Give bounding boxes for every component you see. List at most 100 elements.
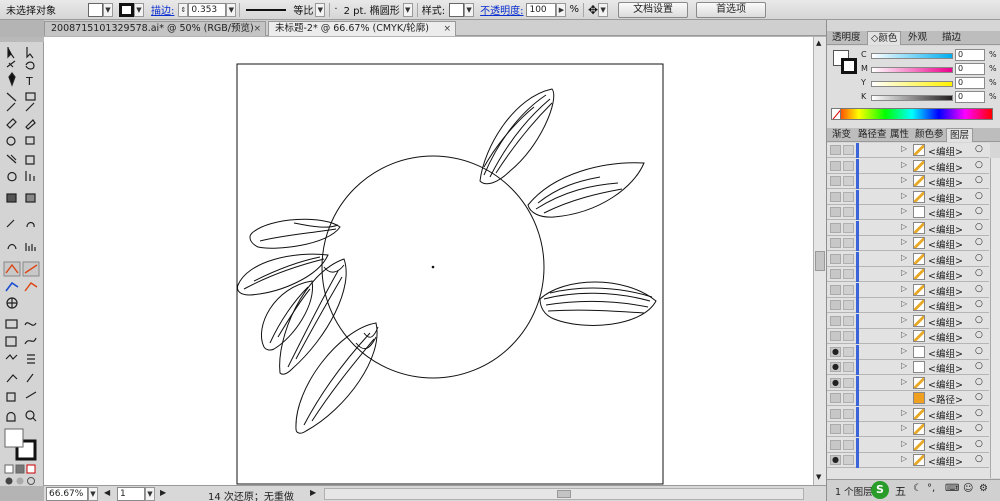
- expand-arrow-icon[interactable]: ▷: [901, 377, 907, 386]
- curvature-tool-icon[interactable]: [2, 280, 19, 295]
- lock-toggle[interactable]: [843, 378, 854, 388]
- target-circle-icon[interactable]: ○: [975, 160, 983, 170]
- expand-arrow-icon[interactable]: ▷: [901, 268, 907, 277]
- layer-name[interactable]: <编组>: [928, 377, 963, 391]
- expand-arrow-icon[interactable]: ▷: [901, 299, 907, 308]
- graph-tool-icon[interactable]: [22, 169, 39, 184]
- expand-arrow-icon[interactable]: ▷: [901, 222, 907, 231]
- layer-row[interactable]: ▷ <编组> ○: [827, 190, 989, 205]
- layer-name[interactable]: <编组>: [928, 346, 963, 360]
- document-canvas[interactable]: [44, 37, 813, 485]
- eye-icon[interactable]: ●: [830, 362, 841, 372]
- stroke-color-swatch[interactable]: [16, 441, 36, 461]
- preferences-button[interactable]: 首选项: [696, 1, 767, 18]
- magic-wand-tool-icon[interactable]: [2, 59, 19, 74]
- layer-name[interactable]: <编组>: [928, 330, 963, 344]
- layer-row[interactable]: ▷ <编组> ○: [827, 236, 989, 251]
- channel-value[interactable]: 0: [955, 63, 985, 75]
- target-circle-icon[interactable]: ○: [975, 206, 983, 216]
- expand-arrow-icon[interactable]: ▷: [901, 330, 907, 339]
- recolor-dropdown-icon[interactable]: ▼: [598, 2, 609, 17]
- lock-toggle[interactable]: [843, 285, 854, 295]
- expand-arrow-icon[interactable]: ▷: [901, 237, 907, 246]
- width-tool-icon[interactable]: [2, 152, 19, 167]
- expand-arrow-icon[interactable]: ▷: [901, 423, 907, 432]
- perspective-grid-tool-icon[interactable]: [2, 296, 19, 311]
- lock-toggle[interactable]: [843, 424, 854, 434]
- scroll-thumb[interactable]: [815, 251, 825, 271]
- layer-name[interactable]: <编组>: [928, 439, 963, 453]
- layer-name[interactable]: <编组>: [928, 299, 963, 313]
- target-circle-icon[interactable]: ○: [975, 284, 983, 294]
- gradient-mode-icon[interactable]: [15, 464, 25, 474]
- layer-row[interactable]: <路径> ○: [827, 391, 989, 406]
- expand-arrow-icon[interactable]: ▷: [901, 408, 907, 417]
- target-circle-icon[interactable]: ○: [975, 191, 983, 201]
- artboard-number-field[interactable]: 1: [117, 487, 145, 501]
- add-anchor-point-tool-icon[interactable]: [2, 261, 19, 276]
- visibility-toggle[interactable]: [830, 161, 841, 171]
- lock-toggle[interactable]: [843, 300, 854, 310]
- tab-transparency[interactable]: 透明度: [829, 31, 864, 45]
- visibility-toggle[interactable]: [830, 223, 841, 233]
- zoom-dropdown-icon[interactable]: ▼: [88, 487, 98, 501]
- stroke-width-input[interactable]: 0.353: [188, 2, 227, 17]
- scroll-thumb[interactable]: [557, 490, 571, 498]
- close-icon[interactable]: ×: [443, 22, 451, 36]
- lock-toggle[interactable]: [843, 192, 854, 202]
- visibility-toggle[interactable]: [830, 145, 841, 155]
- anchor-point-tool-icon[interactable]: [22, 280, 39, 295]
- color-mode-icon[interactable]: [4, 464, 14, 474]
- column-graph-tool-icon[interactable]: [22, 240, 39, 255]
- visibility-toggle[interactable]: [830, 285, 841, 295]
- tab-appearance[interactable]: 外观: [905, 31, 930, 45]
- target-circle-icon[interactable]: ○: [975, 175, 983, 185]
- layer-row[interactable]: ▷ <编组> ○: [827, 252, 989, 267]
- convert-anchor-point-tool-icon[interactable]: [22, 261, 39, 276]
- stroke-swatch[interactable]: [119, 2, 134, 17]
- lock-toggle[interactable]: [843, 176, 854, 186]
- channel-value[interactable]: 0: [955, 91, 985, 103]
- lock-toggle[interactable]: [843, 347, 854, 357]
- expand-arrow-icon[interactable]: ▷: [901, 315, 907, 324]
- lock-toggle[interactable]: [843, 362, 854, 372]
- artboard-tool-icon[interactable]: [2, 317, 19, 332]
- tab-document-1[interactable]: 2008715101329578.ai* @ 50% (RGB/预览) ×: [44, 21, 266, 36]
- status-menu-icon[interactable]: ▶: [310, 488, 316, 497]
- layer-row[interactable]: ● ▷ <编组> ○: [827, 376, 989, 391]
- lock-toggle[interactable]: [843, 316, 854, 326]
- target-circle-icon[interactable]: ○: [975, 268, 983, 278]
- layer-name[interactable]: <编组>: [928, 237, 963, 251]
- zoom-tool-icon[interactable]: [22, 409, 39, 424]
- visibility-toggle[interactable]: [830, 393, 841, 403]
- layer-name[interactable]: <编组>: [928, 454, 963, 468]
- channel-value[interactable]: 0: [955, 77, 985, 89]
- tab-document-2[interactable]: 未标题-2* @ 66.67% (CMYK/轮廓) ×: [268, 21, 456, 36]
- layer-name[interactable]: <编组>: [928, 423, 963, 437]
- target-circle-icon[interactable]: ○: [975, 253, 983, 263]
- layer-row[interactable]: ▷ <编组> ○: [827, 407, 989, 422]
- layer-row[interactable]: ▷ <编组> ○: [827, 174, 989, 189]
- pencil-tool-icon[interactable]: [22, 103, 39, 118]
- gradient-tool-icon[interactable]: [22, 191, 39, 206]
- lasso-tool-icon[interactable]: [22, 59, 39, 74]
- visibility-toggle[interactable]: [830, 207, 841, 217]
- shape-builder-tool-icon[interactable]: [2, 169, 19, 184]
- brush-definition[interactable]: 2 pt. 椭圆形: [344, 2, 400, 17]
- layer-name[interactable]: <路径>: [928, 392, 963, 406]
- layers-scrollbar[interactable]: [990, 158, 1000, 478]
- hand-tool-icon[interactable]: [2, 409, 19, 424]
- keyboard-icon[interactable]: ⌨: [945, 483, 959, 494]
- black-slider-row[interactable]: K 0 %: [861, 91, 1000, 104]
- target-circle-icon[interactable]: ○: [975, 392, 983, 402]
- style-dropdown-icon[interactable]: ▼: [464, 2, 475, 17]
- channel-bar[interactable]: [871, 81, 953, 87]
- symbol-sprayer-tool-icon[interactable]: [2, 240, 19, 255]
- layer-row[interactable]: ▷ <编组> ○: [827, 298, 989, 313]
- layer-name[interactable]: <编组>: [928, 315, 963, 329]
- expand-arrow-icon[interactable]: ▷: [901, 361, 907, 370]
- layer-row[interactable]: ▷ <编组> ○: [827, 438, 989, 453]
- moon-icon[interactable]: ☾: [913, 483, 922, 494]
- target-circle-icon[interactable]: ○: [975, 377, 983, 387]
- layer-row[interactable]: ● ▷ <编组> ○: [827, 360, 989, 375]
